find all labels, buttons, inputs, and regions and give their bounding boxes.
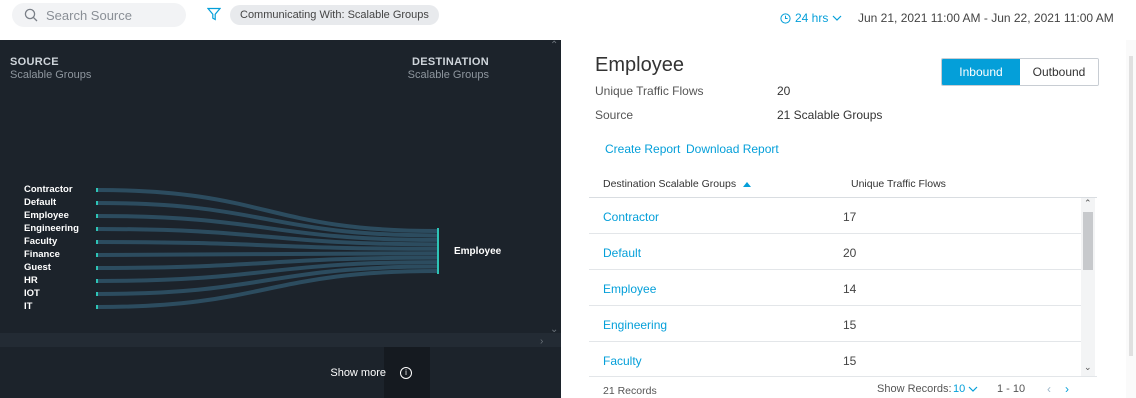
flow-count: 15 bbox=[843, 318, 857, 332]
column-header-destination[interactable]: Destination Scalable Groups bbox=[603, 178, 751, 190]
flow-count: 15 bbox=[843, 354, 857, 368]
source-node-guest[interactable] bbox=[96, 266, 98, 270]
filter-icon[interactable] bbox=[207, 7, 221, 21]
info-icon[interactable]: i bbox=[400, 366, 412, 379]
table-header: Destination Scalable Groups Unique Traff… bbox=[589, 168, 1097, 198]
record-count: 21 Records bbox=[603, 385, 657, 397]
scroll-thumb[interactable] bbox=[1083, 212, 1093, 270]
source-value: 21 Scalable Groups bbox=[777, 108, 883, 122]
source-label-iot[interactable]: IOT bbox=[24, 288, 40, 299]
source-label-guest[interactable]: Guest bbox=[24, 262, 51, 273]
group-link[interactable]: Contractor bbox=[603, 210, 659, 224]
detail-panel: Employee Inbound Outbound Unique Traffic… bbox=[581, 40, 1136, 398]
table-row: Faculty 15 bbox=[589, 342, 1087, 376]
show-more-button[interactable]: Show more i bbox=[320, 347, 430, 398]
table-row: Engineering 15 bbox=[589, 306, 1087, 342]
flow-count: 20 bbox=[843, 246, 857, 260]
detail-title: Employee bbox=[595, 54, 684, 76]
sankey-panel: SOURCE Scalable Groups DESTINATION Scala… bbox=[0, 40, 561, 398]
source-node-employee[interactable] bbox=[96, 214, 98, 218]
chevron-down-icon bbox=[832, 15, 842, 21]
group-link[interactable]: Employee bbox=[603, 282, 656, 296]
page-scroll-thumb[interactable] bbox=[1129, 56, 1133, 356]
source-label-employee[interactable]: Employee bbox=[24, 210, 69, 221]
table-row: Employee 14 bbox=[589, 270, 1087, 306]
filter-chip[interactable]: Communicating With: Scalable Groups bbox=[230, 5, 439, 25]
direction-toggle[interactable]: Inbound Outbound bbox=[941, 58, 1099, 86]
source-node-hr[interactable] bbox=[96, 279, 98, 283]
flow-link-it[interactable] bbox=[96, 269, 438, 309]
search-input[interactable] bbox=[46, 7, 176, 23]
table-body: Contractor 17 Default 20 Employee 14 Engineeri… bbox=[589, 198, 1087, 376]
next-page-button[interactable]: › bbox=[1065, 382, 1069, 396]
clock-icon bbox=[780, 12, 791, 24]
source-label-engineering[interactable]: Engineering bbox=[24, 223, 79, 234]
scroll-up-arrow[interactable]: ⌃ bbox=[550, 40, 558, 51]
download-report-link[interactable]: Download Report bbox=[686, 142, 779, 156]
scroll-up-arrow[interactable]: ⌃ bbox=[1084, 198, 1092, 209]
scroll-down-arrow[interactable]: ⌄ bbox=[1084, 362, 1092, 373]
outbound-button[interactable]: Outbound bbox=[1020, 59, 1098, 85]
source-label-hr[interactable]: HR bbox=[24, 275, 38, 286]
source-label-finance[interactable]: Finance bbox=[24, 249, 60, 260]
group-link[interactable]: Faculty bbox=[603, 354, 642, 368]
table-footer: 21 Records Show Records: 10 1 - 10 ‹ › bbox=[589, 376, 1097, 398]
source-node-default[interactable] bbox=[96, 201, 98, 205]
table-row: Contractor 17 bbox=[589, 198, 1087, 234]
source-label-faculty[interactable]: Faculty bbox=[24, 236, 57, 247]
source-label-default[interactable]: Default bbox=[24, 197, 56, 208]
show-records-select[interactable]: 10 bbox=[953, 383, 978, 395]
top-bar: Communicating With: Scalable Groups 24 h… bbox=[0, 0, 1136, 38]
column-header-flows[interactable]: Unique Traffic Flows bbox=[851, 178, 946, 190]
scroll-right-arrow[interactable]: › bbox=[540, 336, 543, 347]
time-range-selector[interactable]: 24 hrs bbox=[780, 11, 842, 25]
time-range-label: 24 hrs bbox=[795, 11, 829, 25]
page-scrollbar[interactable] bbox=[1126, 40, 1136, 398]
page-range: 1 - 10 bbox=[997, 383, 1026, 395]
previous-page-button[interactable]: ‹ bbox=[1047, 382, 1051, 396]
source-label: Source bbox=[595, 108, 634, 122]
horizontal-scrollbar[interactable] bbox=[0, 333, 561, 347]
flow-count: 14 bbox=[843, 282, 857, 296]
table-scrollbar[interactable]: ⌃ ⌄ bbox=[1081, 198, 1095, 376]
destination-node-label[interactable]: Employee bbox=[454, 246, 501, 257]
source-label-it[interactable]: IT bbox=[24, 301, 32, 312]
source-node-it[interactable] bbox=[96, 305, 98, 309]
inbound-button[interactable]: Inbound bbox=[942, 59, 1020, 85]
flow-link-contractor[interactable] bbox=[96, 188, 438, 233]
show-records-label: Show Records: bbox=[877, 383, 952, 395]
sort-ascending-icon bbox=[743, 182, 751, 187]
unique-flows-value: 20 bbox=[777, 84, 791, 98]
search-box[interactable] bbox=[12, 3, 186, 27]
group-link[interactable]: Default bbox=[603, 246, 641, 260]
show-more-label: Show more bbox=[330, 366, 386, 379]
flow-count: 17 bbox=[843, 210, 857, 224]
unique-flows-label: Unique Traffic Flows bbox=[595, 84, 704, 98]
source-node-iot[interactable] bbox=[96, 292, 98, 296]
sankey-diagram bbox=[96, 188, 439, 309]
create-report-link[interactable]: Create Report bbox=[605, 142, 680, 156]
group-link[interactable]: Engineering bbox=[603, 318, 667, 332]
source-label-contractor[interactable]: Contractor bbox=[24, 184, 73, 195]
source-node-faculty[interactable] bbox=[96, 240, 98, 244]
search-icon bbox=[24, 8, 38, 22]
source-node-engineering[interactable] bbox=[96, 227, 98, 231]
destination-node[interactable] bbox=[437, 228, 439, 274]
flow-link-finance[interactable] bbox=[96, 251, 438, 257]
source-node-contractor[interactable] bbox=[96, 188, 98, 192]
table-row: Default 20 bbox=[589, 234, 1087, 270]
date-range: Jun 21, 2021 11:00 AM - Jun 22, 2021 11:… bbox=[858, 11, 1114, 25]
source-node-finance[interactable] bbox=[96, 253, 98, 257]
chevron-down-icon bbox=[968, 386, 978, 392]
